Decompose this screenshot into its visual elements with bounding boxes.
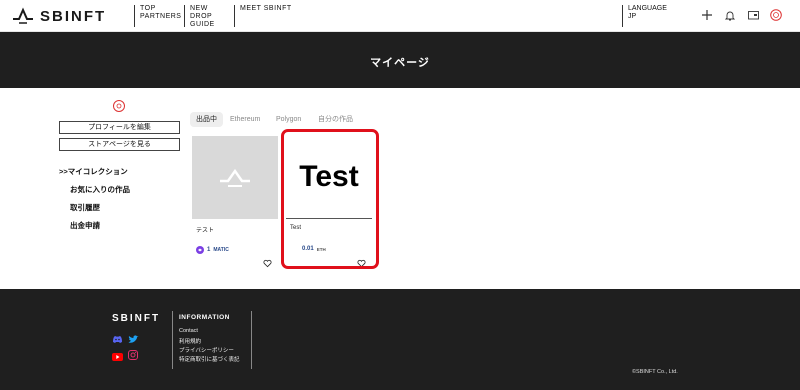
- nft-name: テスト: [196, 228, 215, 234]
- footer-link-terms[interactable]: 利用規約: [179, 337, 201, 345]
- nav-guide-label: GUIDE: [190, 21, 215, 28]
- edit-profile-button[interactable]: プロフィールを編集: [59, 121, 180, 134]
- nav-partners-label: PARTNERS: [140, 13, 182, 20]
- nft-name: Test: [290, 225, 302, 231]
- twitter-icon[interactable]: [128, 331, 139, 343]
- nav-top-label: TOP: [140, 5, 156, 12]
- footer-link-contact[interactable]: Contact: [179, 328, 198, 334]
- nft-image-text: Test: [299, 160, 359, 193]
- youtube-icon[interactable]: [112, 348, 123, 361]
- footer-link-commercial-law[interactable]: 特定商取引に基づく表記: [179, 355, 240, 363]
- sidebar-link-withdrawal[interactable]: 出金申請: [70, 220, 100, 231]
- language-label: LANGUAGE: [628, 5, 667, 12]
- nft-image-placeholder: [192, 136, 278, 219]
- sbinft-logo[interactable]: SBINFT: [12, 7, 106, 25]
- polygon-icon: [196, 246, 204, 254]
- site-header: SBINFT TOP PARTNERS NEW DROP GUIDE MEET …: [0, 0, 800, 32]
- heart-icon[interactable]: [357, 255, 366, 268]
- nft-card[interactable]: Test Test 0.01 ETH: [286, 136, 372, 270]
- footer-logo[interactable]: SBINFT: [112, 313, 160, 324]
- nav-new-drop-label: NEW DROP: [190, 5, 213, 20]
- plus-icon[interactable]: [700, 8, 714, 22]
- logo-text: SBINFT: [40, 7, 107, 25]
- sidebar-link-favorites[interactable]: お気に入りの作品: [70, 184, 130, 195]
- wallet-icon[interactable]: [746, 8, 760, 22]
- nft-price: 1 MATIC: [196, 246, 229, 254]
- bell-icon[interactable]: [723, 8, 737, 22]
- sidebar-link-my-collection[interactable]: >>マイコレクション: [59, 166, 128, 177]
- price-unit: MATIC: [213, 247, 229, 253]
- price-value: 0.01: [302, 246, 314, 252]
- nft-card[interactable]: テスト 1 MATIC: [192, 136, 278, 270]
- nav-new-drop-guide[interactable]: NEW DROP GUIDE: [184, 5, 232, 28]
- user-avatar-icon[interactable]: [769, 8, 783, 22]
- nav-meet-label: MEET SBINFT: [240, 5, 292, 12]
- price-value: 1: [207, 247, 211, 253]
- copyright-text: ©SBINFT Co., Ltd.: [632, 369, 678, 375]
- price-unit: ETH: [316, 246, 326, 252]
- logo-mark-icon: [13, 7, 33, 24]
- page-title: マイページ: [370, 57, 430, 69]
- tab-polygon[interactable]: Polygon: [270, 112, 307, 127]
- nav-top-partners[interactable]: TOP PARTNERS: [134, 5, 182, 27]
- tab-listed[interactable]: 出品中: [190, 112, 223, 127]
- discord-icon[interactable]: [112, 331, 122, 343]
- view-store-button[interactable]: ストアページを見る: [59, 138, 180, 151]
- profile-avatar-icon: [113, 100, 125, 112]
- heart-icon[interactable]: [263, 255, 272, 268]
- language-value: JP: [628, 13, 637, 20]
- footer-link-privacy[interactable]: プライバシーポリシー: [179, 346, 234, 354]
- page-banner: マイページ: [0, 32, 800, 88]
- site-footer: SBINFT INFORMATION Contact 利用規約 プライバシーポリ…: [0, 289, 800, 390]
- nft-image: Test: [286, 136, 372, 219]
- nav-meet-sbinft[interactable]: MEET SBINFT: [234, 5, 294, 27]
- instagram-icon[interactable]: [128, 347, 138, 360]
- nft-price: 0.01 ETH: [302, 246, 326, 252]
- placeholder-logo-icon: [220, 168, 250, 187]
- language-selector[interactable]: LANGUAGE JP: [622, 5, 667, 27]
- footer-info-title: INFORMATION: [179, 314, 230, 321]
- tab-ethereum[interactable]: Ethereum: [224, 112, 266, 127]
- tab-my-works[interactable]: 自分の作品: [312, 112, 359, 127]
- sidebar-link-transaction-history[interactable]: 取引履歴: [70, 202, 100, 213]
